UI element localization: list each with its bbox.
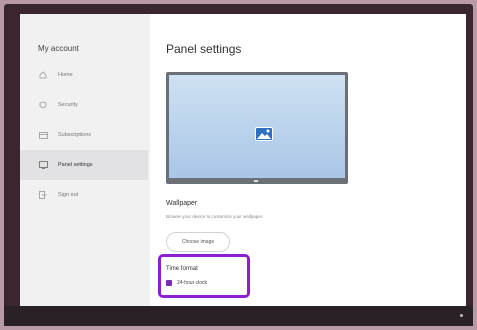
settings-window: My account Home Security Subscriptions P… xyxy=(20,14,466,308)
sidebar-item-security[interactable]: Security xyxy=(20,90,148,120)
panel-icon xyxy=(38,160,48,170)
time-format-option[interactable]: 24-hour clock xyxy=(166,280,207,286)
device-frame: My account Home Security Subscriptions P… xyxy=(4,4,473,326)
sidebar-item-sign-out[interactable]: Sign out xyxy=(20,180,148,210)
sidebar-item-label: Panel settings xyxy=(58,162,93,168)
wallpaper-description: Browse your device to customize your wal… xyxy=(166,214,264,219)
image-icon xyxy=(255,127,273,141)
sidebar-item-label: Subscriptions xyxy=(58,132,92,138)
sidebar: My account Home Security Subscriptions P… xyxy=(20,14,150,308)
signout-icon xyxy=(38,190,48,200)
time-format-title: Time format xyxy=(166,266,198,272)
sidebar-item-subscriptions[interactable]: Subscriptions xyxy=(20,120,148,150)
sidebar-title: My account xyxy=(38,44,79,53)
sidebar-item-label: Home xyxy=(58,72,73,78)
choose-image-button[interactable]: Choose image xyxy=(166,232,230,252)
checkbox-checked[interactable] xyxy=(166,280,172,286)
wallpaper-title: Wallpaper xyxy=(166,200,198,207)
wallpaper-screen xyxy=(169,75,345,178)
monitor-stand-dot xyxy=(254,180,258,182)
sidebar-item-label: Security xyxy=(58,102,78,108)
sidebar-item-label: Sign out xyxy=(58,192,79,198)
wallpaper-preview xyxy=(166,72,348,184)
tray-icon[interactable] xyxy=(460,314,463,317)
home-icon xyxy=(38,70,48,80)
page-title: Panel settings xyxy=(166,42,242,56)
sidebar-item-home[interactable]: Home xyxy=(20,60,148,90)
sidebar-item-panel-settings[interactable]: Panel settings xyxy=(20,150,148,180)
time-format-option-label: 24-hour clock xyxy=(177,280,208,286)
shield-icon xyxy=(38,100,48,110)
taskbar xyxy=(4,306,473,326)
card-icon xyxy=(38,130,48,140)
time-format-highlight xyxy=(158,254,250,298)
main-content: Panel settings Wallpaper Browse your dev… xyxy=(150,14,466,308)
